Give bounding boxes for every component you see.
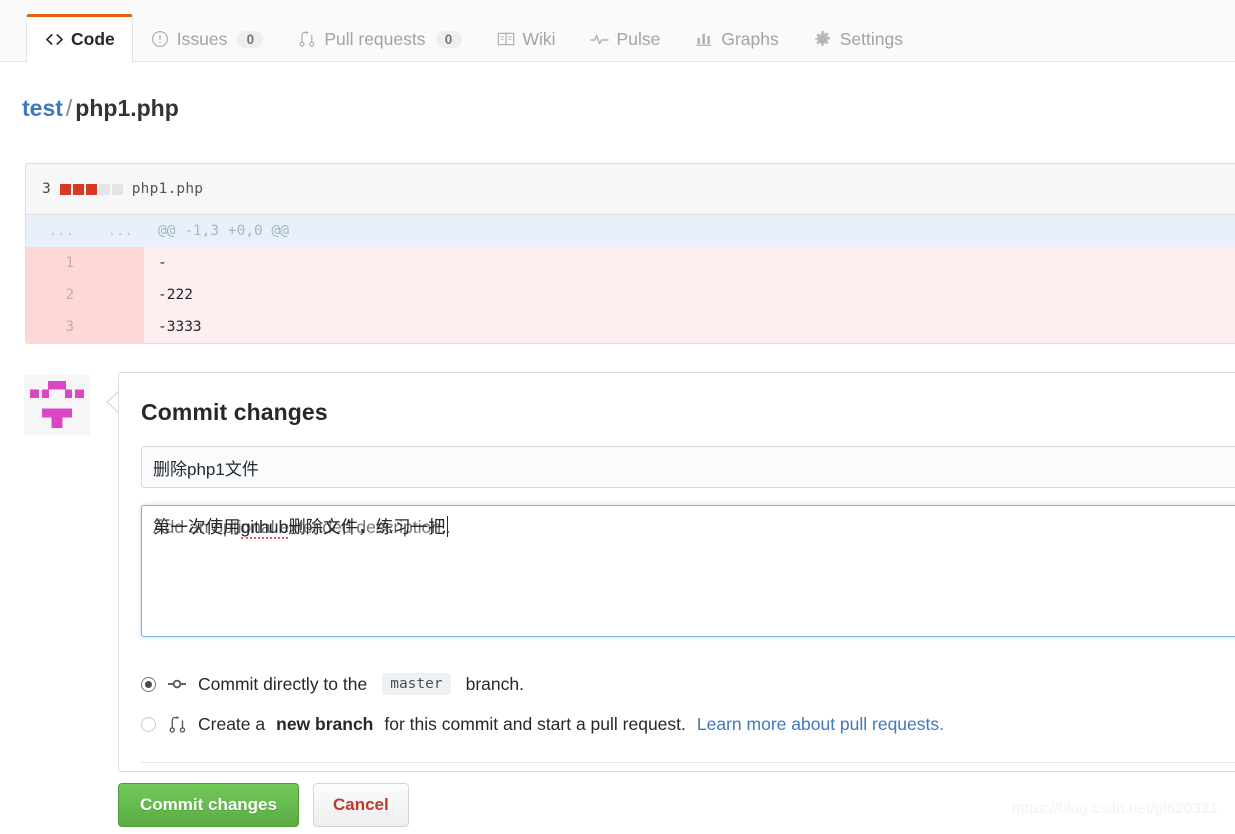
tab-pull-requests[interactable]: Pull requests 0 [280,16,478,62]
pull-requests-count: 0 [435,30,462,48]
tab-label: Issues [176,28,228,49]
line-number-old: 1 [26,247,85,279]
diff-stat-blocks [59,183,123,195]
diff-stat-block-deletion [72,183,84,195]
commit-message-input[interactable] [141,446,1235,488]
diff-container: 3 php1.php ... ... @@ -1,3 +0,0 @@ 1 - 2… [25,163,1235,344]
hunk-old-marker: ... [26,215,85,247]
learn-more-pull-requests-link[interactable]: Learn more about pull requests. [697,714,944,735]
git-pull-request-icon [297,29,317,49]
book-icon [496,29,516,49]
diff-stat-block-empty [111,183,123,195]
gear-icon [813,29,833,49]
form-actions: Commit changes Cancel [118,783,409,827]
tab-graphs[interactable]: Graphs [677,16,795,62]
page-title: Commit changes [141,399,328,425]
commit-changes-button[interactable]: Commit changes [118,783,299,827]
hunk-new-marker: ... [85,215,144,247]
option-text-after: branch. [465,673,524,694]
diff-file-header: 3 php1.php [26,164,1235,215]
pulse-icon [590,29,610,49]
option-text-before: Create a [198,713,266,734]
line-number-new [85,247,144,279]
diff-stat-block-empty [98,183,110,195]
git-pull-request-icon [167,714,187,734]
branch-options: Commit directly to the master branch. Cr… [119,642,1235,763]
commit-fields: 第一次使用github删除文件，练习一把 [119,426,1235,642]
breadcrumb-separator: / [65,95,73,121]
commit-description-textarea[interactable] [141,505,1235,637]
tab-issues[interactable]: Issues 0 [133,16,281,62]
tab-label: Graphs [721,28,779,49]
diff-hunk-row: ... ... @@ -1,3 +0,0 @@ [26,215,1235,247]
diff-stat-block-deletion [59,183,71,195]
tab-label: Code [71,29,115,49]
git-commit-icon [167,674,187,694]
watermark: https://blog.csdn.net/gl620321 [1012,800,1219,817]
avatar [24,375,90,435]
diff-filename: php1.php [131,181,204,197]
code-icon [44,30,64,50]
tab-pulse[interactable]: Pulse [573,16,678,62]
issues-count: 0 [237,30,264,48]
diff-table: ... ... @@ -1,3 +0,0 @@ 1 - 2 -222 3 -33… [26,215,1235,343]
page-root: Code Issues 0 Pull requests 0 Wiki Pulse… [0,0,1235,834]
diff-line-code: -222 [144,279,1235,311]
line-number-old: 2 [26,279,85,311]
option-text-after: for this commit and start a pull request… [384,713,686,734]
issue-opened-icon [150,29,170,49]
table-row: 1 - [26,247,1235,279]
commit-changes-panel: Commit changes 第一次使用github删除文件，练习一把 Comm [118,372,1235,772]
option-text-before: Commit directly to the [198,673,368,694]
radio-commit-directly[interactable] [141,676,156,692]
divider [141,762,1235,763]
tab-label: Pull requests [324,28,426,49]
line-number-new [85,311,144,343]
tab-label: Wiki [522,28,556,49]
table-row: 2 -222 [26,279,1235,311]
new-branch-emphasis: new branch [276,713,374,734]
table-row: 3 -3333 [26,311,1235,343]
diff-line-code: -3333 [144,311,1235,343]
diff-line-code: - [144,247,1235,279]
diff-changed-count: 3 [42,181,51,197]
tab-label: Settings [839,28,903,49]
commit-description-wrapper: 第一次使用github删除文件，练习一把 [141,488,1235,642]
breadcrumb-filename: php1.php [75,95,179,121]
tab-settings[interactable]: Settings [796,16,920,62]
breadcrumb: test / php1.php [22,95,179,122]
radio-create-new-branch[interactable] [141,716,156,732]
line-number-new [85,279,144,311]
breadcrumb-repo-link[interactable]: test [22,95,63,121]
hunk-header: @@ -1,3 +0,0 @@ [144,215,1235,247]
tab-label: Pulse [616,28,661,49]
branch-name-chip: master [382,673,451,695]
tab-code[interactable]: Code [26,14,133,63]
option-commit-directly[interactable]: Commit directly to the master branch. [141,664,1235,704]
graph-icon [694,29,714,49]
cancel-button[interactable]: Cancel [312,783,409,827]
diff-stat-block-deletion [85,183,97,195]
line-number-old: 3 [26,311,85,343]
option-create-new-branch[interactable]: Create a new branch for this commit and … [141,704,1235,744]
repo-nav: Code Issues 0 Pull requests 0 Wiki Pulse… [0,0,1235,63]
tab-wiki[interactable]: Wiki [479,16,573,62]
